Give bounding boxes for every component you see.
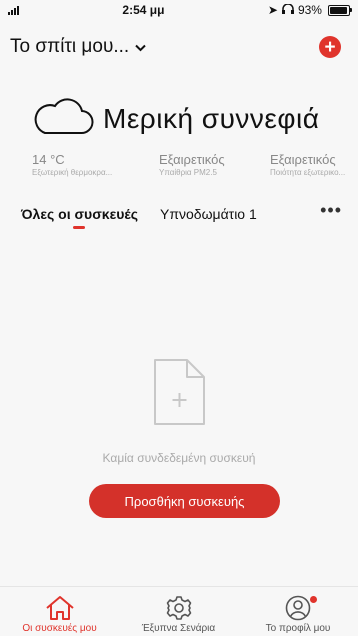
weather-metrics: 14 °C Εξωτερική θερμοκρα... Εξαιρετικός …: [0, 152, 358, 186]
home-selector[interactable]: Το σπίτι μου...: [10, 36, 146, 58]
nav-label: Οι συσκευές μου: [22, 623, 97, 634]
cloud-icon: [31, 96, 95, 141]
metric-value: Εξαιρετικός: [159, 152, 225, 167]
nav-label: Το προφίλ μου: [265, 623, 331, 634]
gear-icon: [166, 596, 191, 620]
more-icon[interactable]: •••: [320, 200, 342, 221]
metric-pm25: Εξαιρετικός Υπαίθρια PM2.5: [159, 152, 254, 177]
add-document-icon: [152, 358, 207, 431]
headphones-icon: [281, 3, 294, 17]
notification-dot: [310, 596, 317, 603]
home-name: Το σπίτι μου...: [10, 36, 130, 57]
add-button[interactable]: +: [319, 36, 341, 58]
metric-temperature: 14 °C Εξωτερική θερμοκρα...: [32, 152, 132, 177]
status-time: 2:54 μμ: [122, 3, 165, 17]
bottom-nav: Οι συσκευές μου Έξυπνα Σενάρια Το προφίλ…: [0, 586, 358, 636]
battery-icon: [327, 4, 352, 16]
nav-label: Έξυπνα Σενάρια: [141, 623, 216, 634]
signal-icon: [8, 5, 19, 15]
home-icon: [45, 596, 74, 620]
location-icon: ➤: [267, 3, 278, 17]
metric-label: Ποιότητα εξωτερικο...: [270, 168, 346, 177]
plus-icon: +: [324, 36, 336, 58]
chevron-down-icon: [135, 36, 146, 58]
nav-smart-scenes[interactable]: Έξυπνα Σενάρια: [119, 587, 238, 634]
metric-air-quality: Εξαιρετικός Ποιότητα εξωτερικο...: [270, 152, 356, 177]
metric-value: Εξαιρετικός: [270, 152, 336, 167]
tab-bedroom-1[interactable]: Υπνοδωμάτιο 1: [160, 206, 257, 222]
status-bar: 2:54 μμ ➤ 93%: [0, 0, 358, 20]
battery-percent: 93%: [297, 3, 322, 17]
active-tab-indicator: [73, 226, 85, 229]
weather-condition: Μερική συννεφιά: [103, 102, 320, 134]
empty-state-message: Καμία συνδεδεμένη συσκευή: [102, 451, 256, 465]
add-device-button[interactable]: Προσθήκη συσκευής: [89, 484, 280, 518]
metric-label: Υπαίθρια PM2.5: [159, 168, 217, 177]
metric-label: Εξωτερική θερμοκρα...: [32, 168, 113, 177]
nav-my-devices[interactable]: Οι συσκευές μου: [0, 587, 119, 634]
room-tabs: Όλες οι συσκευές Υπνοδωμάτιο 1: [0, 206, 358, 236]
weather-summary: Μερική συννεφιά: [31, 96, 319, 141]
nav-my-profile[interactable]: Το προφίλ μου: [238, 587, 358, 634]
tab-all-devices[interactable]: Όλες οι συσκευές: [21, 206, 138, 222]
metric-value: 14 °C: [32, 152, 65, 167]
